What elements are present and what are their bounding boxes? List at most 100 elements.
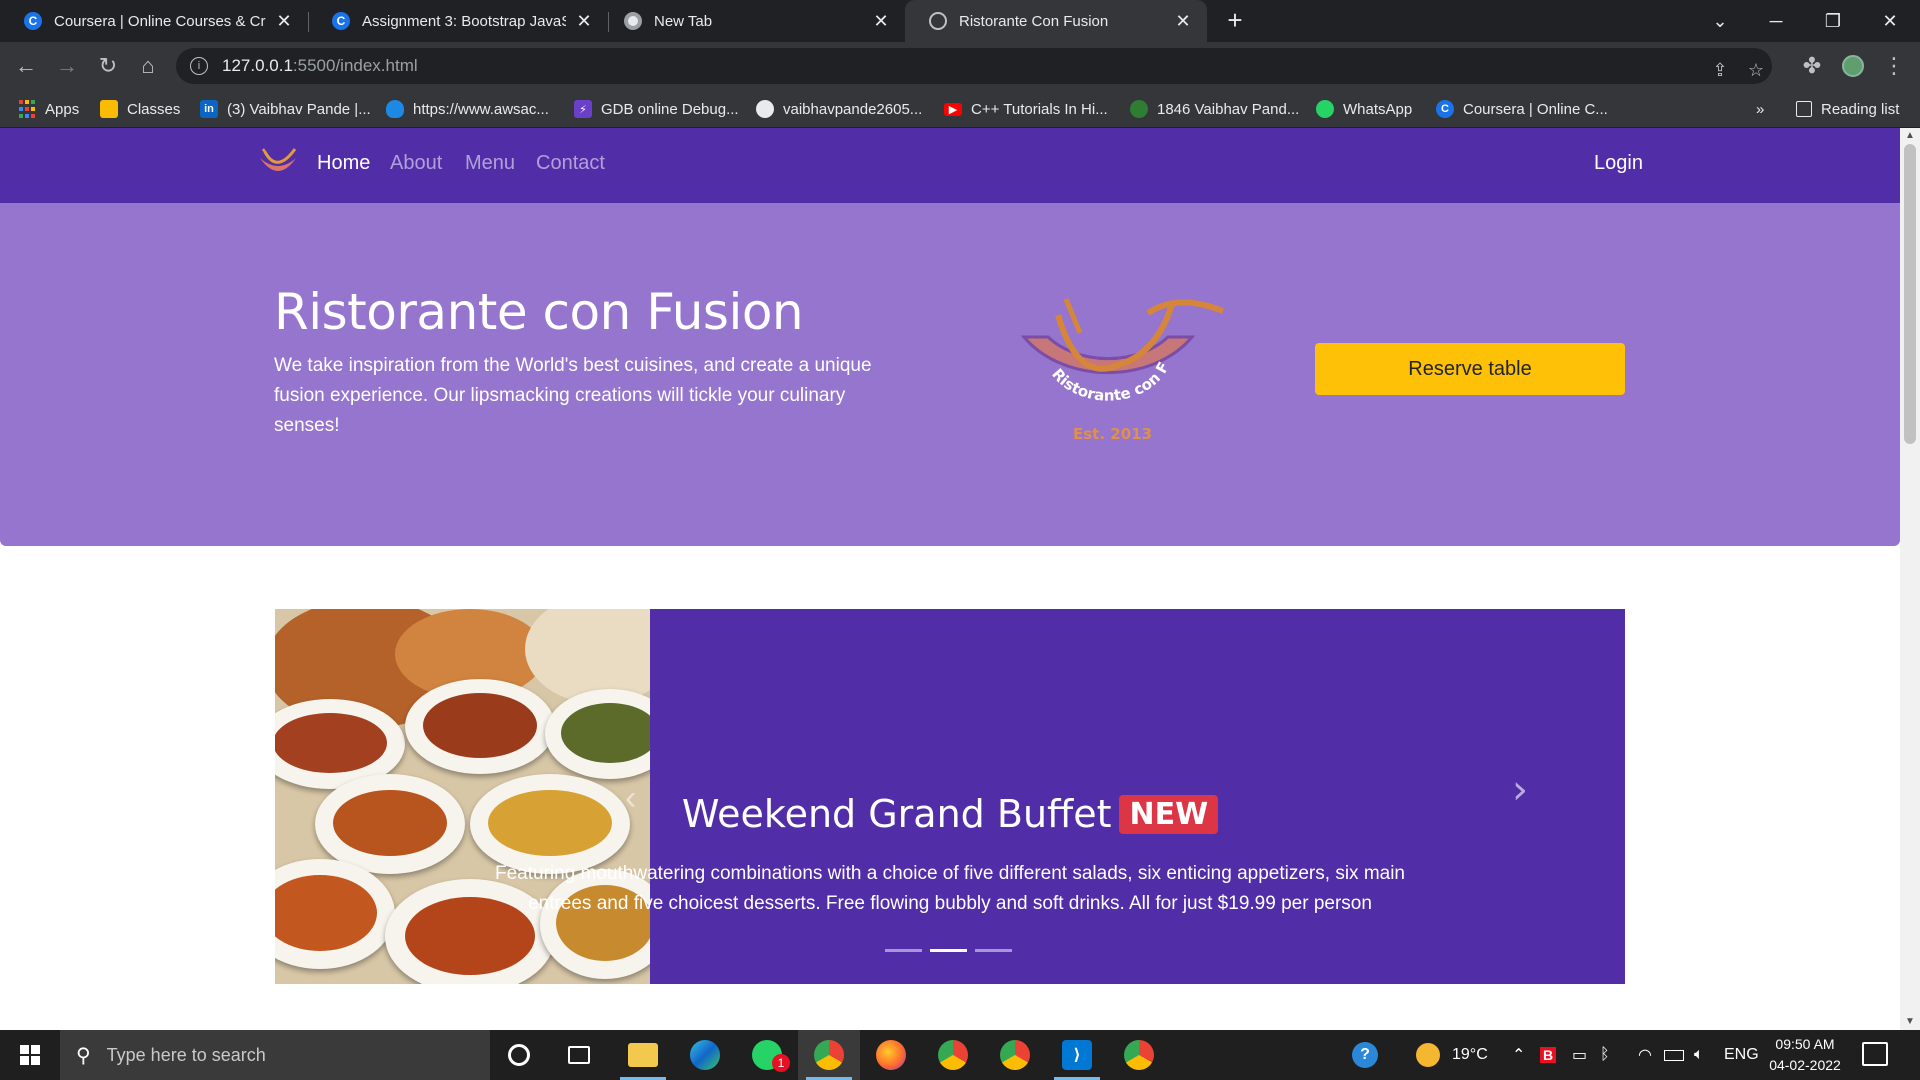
help-tray-button[interactable]: ? <box>1352 1030 1378 1080</box>
taskbar-chrome-profile-2[interactable] <box>922 1030 984 1080</box>
profile-avatar[interactable] <box>1837 50 1869 82</box>
minimize-button[interactable]: ─ <box>1748 0 1804 42</box>
tab-new-tab[interactable]: New Tab ✕ <box>600 0 905 42</box>
new-tab-button[interactable]: + <box>1220 6 1250 36</box>
taskbar-file-explorer[interactable] <box>612 1030 674 1080</box>
bookmark-apps[interactable]: Apps <box>18 90 79 128</box>
login-link[interactable]: Login <box>1594 152 1643 175</box>
close-icon[interactable]: ✕ <box>574 11 594 32</box>
site-info-icon[interactable]: i <box>190 57 208 75</box>
windows-taskbar: ⚲ Type here to search 1 ⟩ ? 19°C ⌃ B ▭ ᛒ… <box>0 1030 1920 1080</box>
weather-widget[interactable]: 19°C <box>1416 1030 1488 1080</box>
globe-icon <box>929 12 947 30</box>
start-button[interactable] <box>0 1030 60 1080</box>
restore-button[interactable]: ❐ <box>1805 0 1861 42</box>
taskbar-whatsapp[interactable]: 1 <box>736 1030 798 1080</box>
menu-kebab-icon[interactable]: ⋮ <box>1878 50 1910 82</box>
bookmark-classes[interactable]: Classes <box>100 90 180 128</box>
reserve-table-button[interactable]: Reserve table <box>1315 343 1625 395</box>
bookmark-star-icon[interactable]: ☆ <box>1742 56 1770 84</box>
wifi-icon[interactable]: ◠ <box>1638 1030 1652 1080</box>
tab-title: Coursera | Online Courses & Credentials <box>54 12 266 30</box>
caption-heading: Weekend Grand Buffet <box>681 792 1112 836</box>
brand-logo[interactable] <box>255 144 301 184</box>
task-view-button[interactable] <box>548 1030 610 1080</box>
taskbar-vscode[interactable]: ⟩ <box>1046 1030 1108 1080</box>
avatar <box>1842 55 1864 77</box>
page-scrollbar[interactable]: ▲ ▼ <box>1900 128 1920 1030</box>
reading-list[interactable]: Reading list <box>1796 90 1899 128</box>
tab-assignment[interactable]: C Assignment 3: Bootstrap JavaScript ✕ <box>308 0 608 42</box>
scrollbar-thumb[interactable] <box>1904 144 1916 444</box>
bookmark-github[interactable]: vaibhavpande2605... <box>756 90 922 128</box>
clock-date: 04-02-2022 <box>1769 1057 1841 1073</box>
taskbar-search[interactable]: ⚲ Type here to search <box>60 1030 490 1080</box>
language-indicator[interactable]: ENG <box>1724 1030 1759 1080</box>
nav-home[interactable]: Home <box>317 152 370 175</box>
carousel-caption-text: Featuring mouthwatering combinations wit… <box>495 863 1405 914</box>
scroll-up-icon[interactable]: ▲ <box>1900 128 1920 144</box>
reload-icon[interactable]: ↻ <box>92 50 124 82</box>
notification-badge: 1 <box>772 1054 790 1072</box>
bookmark-whatsapp[interactable]: WhatsApp <box>1316 90 1412 128</box>
system-clock[interactable]: 09:50 AM 04-02-2022 <box>1760 1034 1850 1076</box>
taskbar-edge[interactable] <box>674 1030 736 1080</box>
volume-icon[interactable]: 🔈︎ <box>1694 1030 1704 1080</box>
jumbotron: Ristorante con Fusion We take inspiratio… <box>0 203 1900 546</box>
bookmark-youtube[interactable]: ▶ C++ Tutorials In Hi... <box>944 90 1108 128</box>
bookmark-label: GDB online Debug... <box>601 100 739 118</box>
taskbar-chrome-active[interactable] <box>798 1030 860 1080</box>
meet-now-icon[interactable]: ▭ <box>1572 1030 1587 1080</box>
scroll-down-icon[interactable]: ▼ <box>1900 1014 1920 1030</box>
tab-ristorante[interactable]: Ristorante Con Fusion ✕ <box>905 0 1207 42</box>
page-title: Ristorante con Fusion <box>274 283 804 341</box>
nav-contact[interactable]: Contact <box>536 152 605 175</box>
bookmark-1846[interactable]: 1846 Vaibhav Pand... <box>1130 90 1299 128</box>
windows-icon <box>20 1045 40 1065</box>
close-icon[interactable]: ✕ <box>871 11 891 32</box>
tab-coursera[interactable]: C Coursera | Online Courses & Credential… <box>0 0 308 42</box>
bookmarks-overflow[interactable]: » <box>1756 90 1764 128</box>
tab-title: Assignment 3: Bootstrap JavaScript <box>362 12 566 30</box>
bookmark-label: Coursera | Online C... <box>1463 100 1608 118</box>
window-close-button[interactable]: ✕ <box>1862 0 1918 42</box>
taskbar-firefox[interactable] <box>860 1030 922 1080</box>
address-bar[interactable]: i 127.0.0.1:5500/index.html ⇪ ☆ <box>176 48 1772 84</box>
bookmark-coursera[interactable]: C Coursera | Online C... <box>1436 90 1608 128</box>
battery-icon[interactable] <box>1664 1030 1684 1080</box>
linkedin-icon: in <box>200 100 218 118</box>
bluetooth-icon[interactable]: ᛒ <box>1600 1030 1610 1080</box>
carousel: ‹ › Weekend Grand Buffet NEW Featuring mo… <box>275 609 1625 984</box>
tray-overflow-icon[interactable]: ⌃ <box>1512 1030 1525 1080</box>
bookmark-gdb[interactable]: ⚡ GDB online Debug... <box>574 90 739 128</box>
extensions-icon[interactable]: ✤ <box>1796 50 1828 82</box>
bookmark-label: vaibhavpande2605... <box>783 100 923 118</box>
carousel-indicator-active[interactable] <box>930 949 967 952</box>
cortana-button[interactable] <box>488 1030 550 1080</box>
tray-app-icon[interactable]: B <box>1540 1030 1557 1080</box>
nav-menu[interactable]: Menu <box>465 152 515 175</box>
forward-arrow-icon[interactable]: → <box>51 50 83 82</box>
clock-time: 09:50 AM <box>1775 1036 1835 1052</box>
notification-center-icon[interactable] <box>1862 1042 1888 1066</box>
url-host: 127.0.0.1 <box>222 56 293 75</box>
coursera-icon: C <box>1436 100 1454 118</box>
bookmark-label: C++ Tutorials In Hi... <box>971 100 1108 118</box>
search-placeholder: Type here to search <box>106 1044 266 1065</box>
reading-list-icon <box>1796 101 1812 117</box>
taskbar-chrome-profile-3[interactable] <box>984 1030 1046 1080</box>
close-icon[interactable]: ✕ <box>1173 11 1193 32</box>
carousel-indicator[interactable] <box>885 949 922 952</box>
back-arrow-icon[interactable]: ← <box>10 50 42 82</box>
home-icon[interactable]: ⌂ <box>132 50 164 82</box>
nav-about[interactable]: About <box>390 152 442 175</box>
carousel-indicator[interactable] <box>975 949 1012 952</box>
whatsapp-icon <box>1316 100 1334 118</box>
share-icon[interactable]: ⇪ <box>1706 56 1734 84</box>
edge-icon <box>690 1040 720 1070</box>
bookmark-linkedin[interactable]: in (3) Vaibhav Pande |... <box>200 90 371 128</box>
tab-search-chevron-icon[interactable]: ⌄ <box>1692 0 1748 42</box>
bookmark-aws[interactable]: https://www.awsac... <box>386 90 549 128</box>
close-icon[interactable]: ✕ <box>274 11 294 32</box>
taskbar-chrome-profile-4[interactable] <box>1108 1030 1170 1080</box>
